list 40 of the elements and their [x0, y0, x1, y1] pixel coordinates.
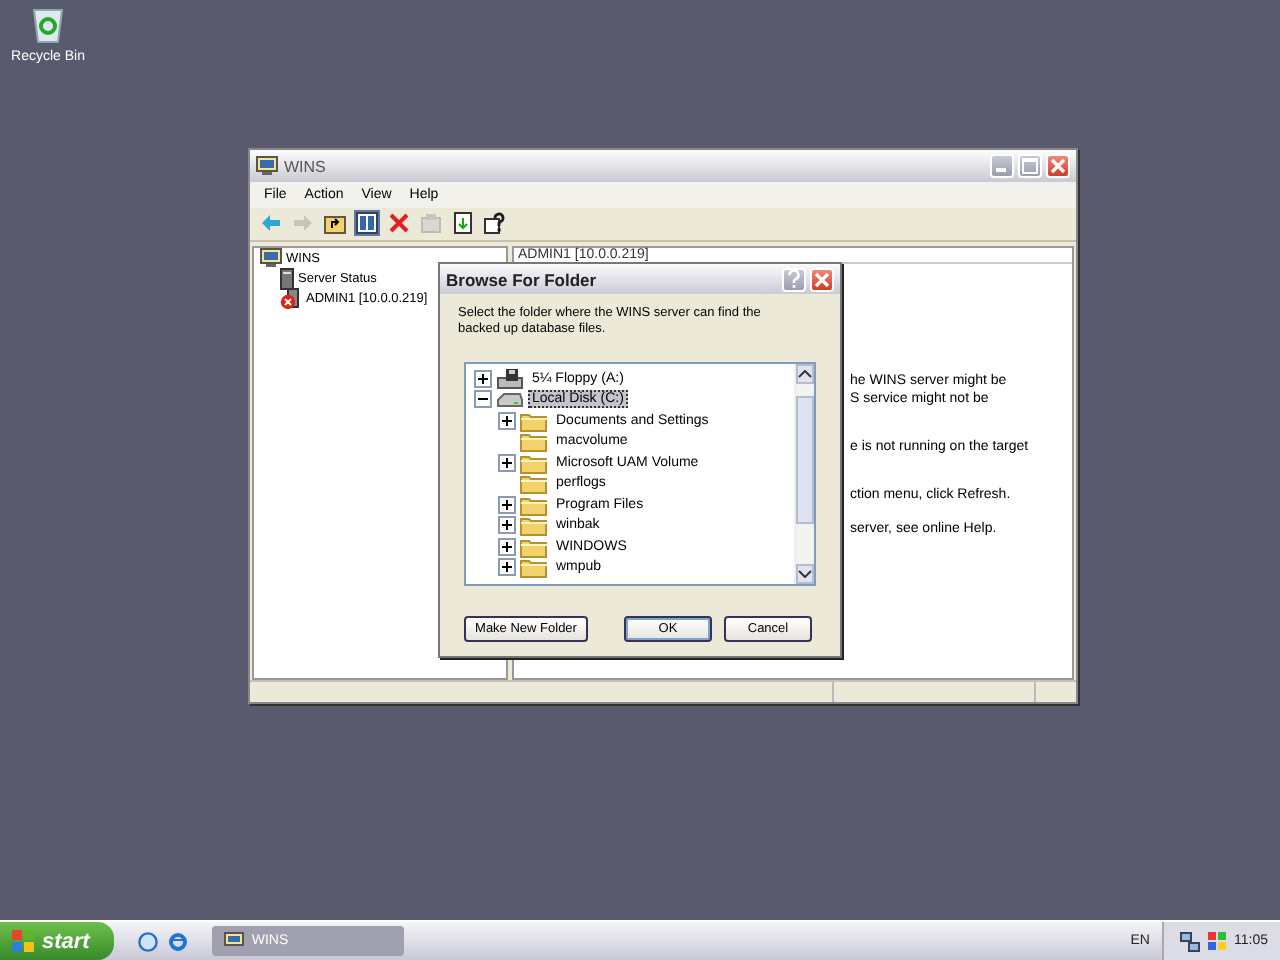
- folder-icon: [520, 430, 548, 453]
- floppy-drive-icon: [496, 367, 524, 390]
- server-tower-icon: [280, 267, 294, 289]
- help-button[interactable]: [482, 210, 508, 236]
- error-server-icon: [280, 287, 302, 309]
- expand-toggle[interactable]: [474, 369, 492, 388]
- minimize-button[interactable]: [990, 154, 1014, 178]
- globe-icon[interactable]: [167, 931, 188, 951]
- up-button[interactable]: [322, 210, 348, 236]
- server-icon: [223, 932, 244, 950]
- expand-toggle[interactable]: [498, 516, 516, 535]
- vertical-scrollbar[interactable]: [794, 364, 814, 584]
- expand-toggle[interactable]: [498, 537, 516, 556]
- delete-button[interactable]: [386, 210, 412, 236]
- close-button[interactable]: [1046, 154, 1070, 178]
- dialog-title: Browse For Folder: [446, 269, 597, 289]
- folder-icon: [520, 493, 548, 516]
- export-button[interactable]: [450, 210, 476, 236]
- folder-icon: [520, 472, 548, 495]
- expand-toggle[interactable]: [498, 495, 516, 514]
- folder-icon: [520, 451, 548, 474]
- windows-flag-icon: [12, 930, 34, 952]
- tree-button[interactable]: [354, 210, 380, 236]
- expand-toggle[interactable]: [498, 411, 516, 430]
- folder-icon: [520, 514, 548, 537]
- folder-icon: [520, 556, 548, 579]
- folder-icon: [520, 409, 548, 432]
- flag-icon[interactable]: [1208, 931, 1226, 951]
- expand-toggle[interactable]: [498, 453, 516, 472]
- folder-icon: [520, 535, 548, 558]
- recycle-bin-icon[interactable]: [30, 4, 66, 44]
- hard-drive-icon: [496, 388, 524, 411]
- window-title: WINS: [284, 157, 326, 175]
- expand-toggle[interactable]: [498, 558, 516, 577]
- server-icon: [256, 156, 278, 176]
- close-button[interactable]: [810, 267, 834, 291]
- collapse-toggle[interactable]: [474, 390, 492, 409]
- network-icon[interactable]: [1180, 931, 1200, 951]
- server-icon: [260, 248, 282, 268]
- maximize-button[interactable]: [1018, 154, 1042, 178]
